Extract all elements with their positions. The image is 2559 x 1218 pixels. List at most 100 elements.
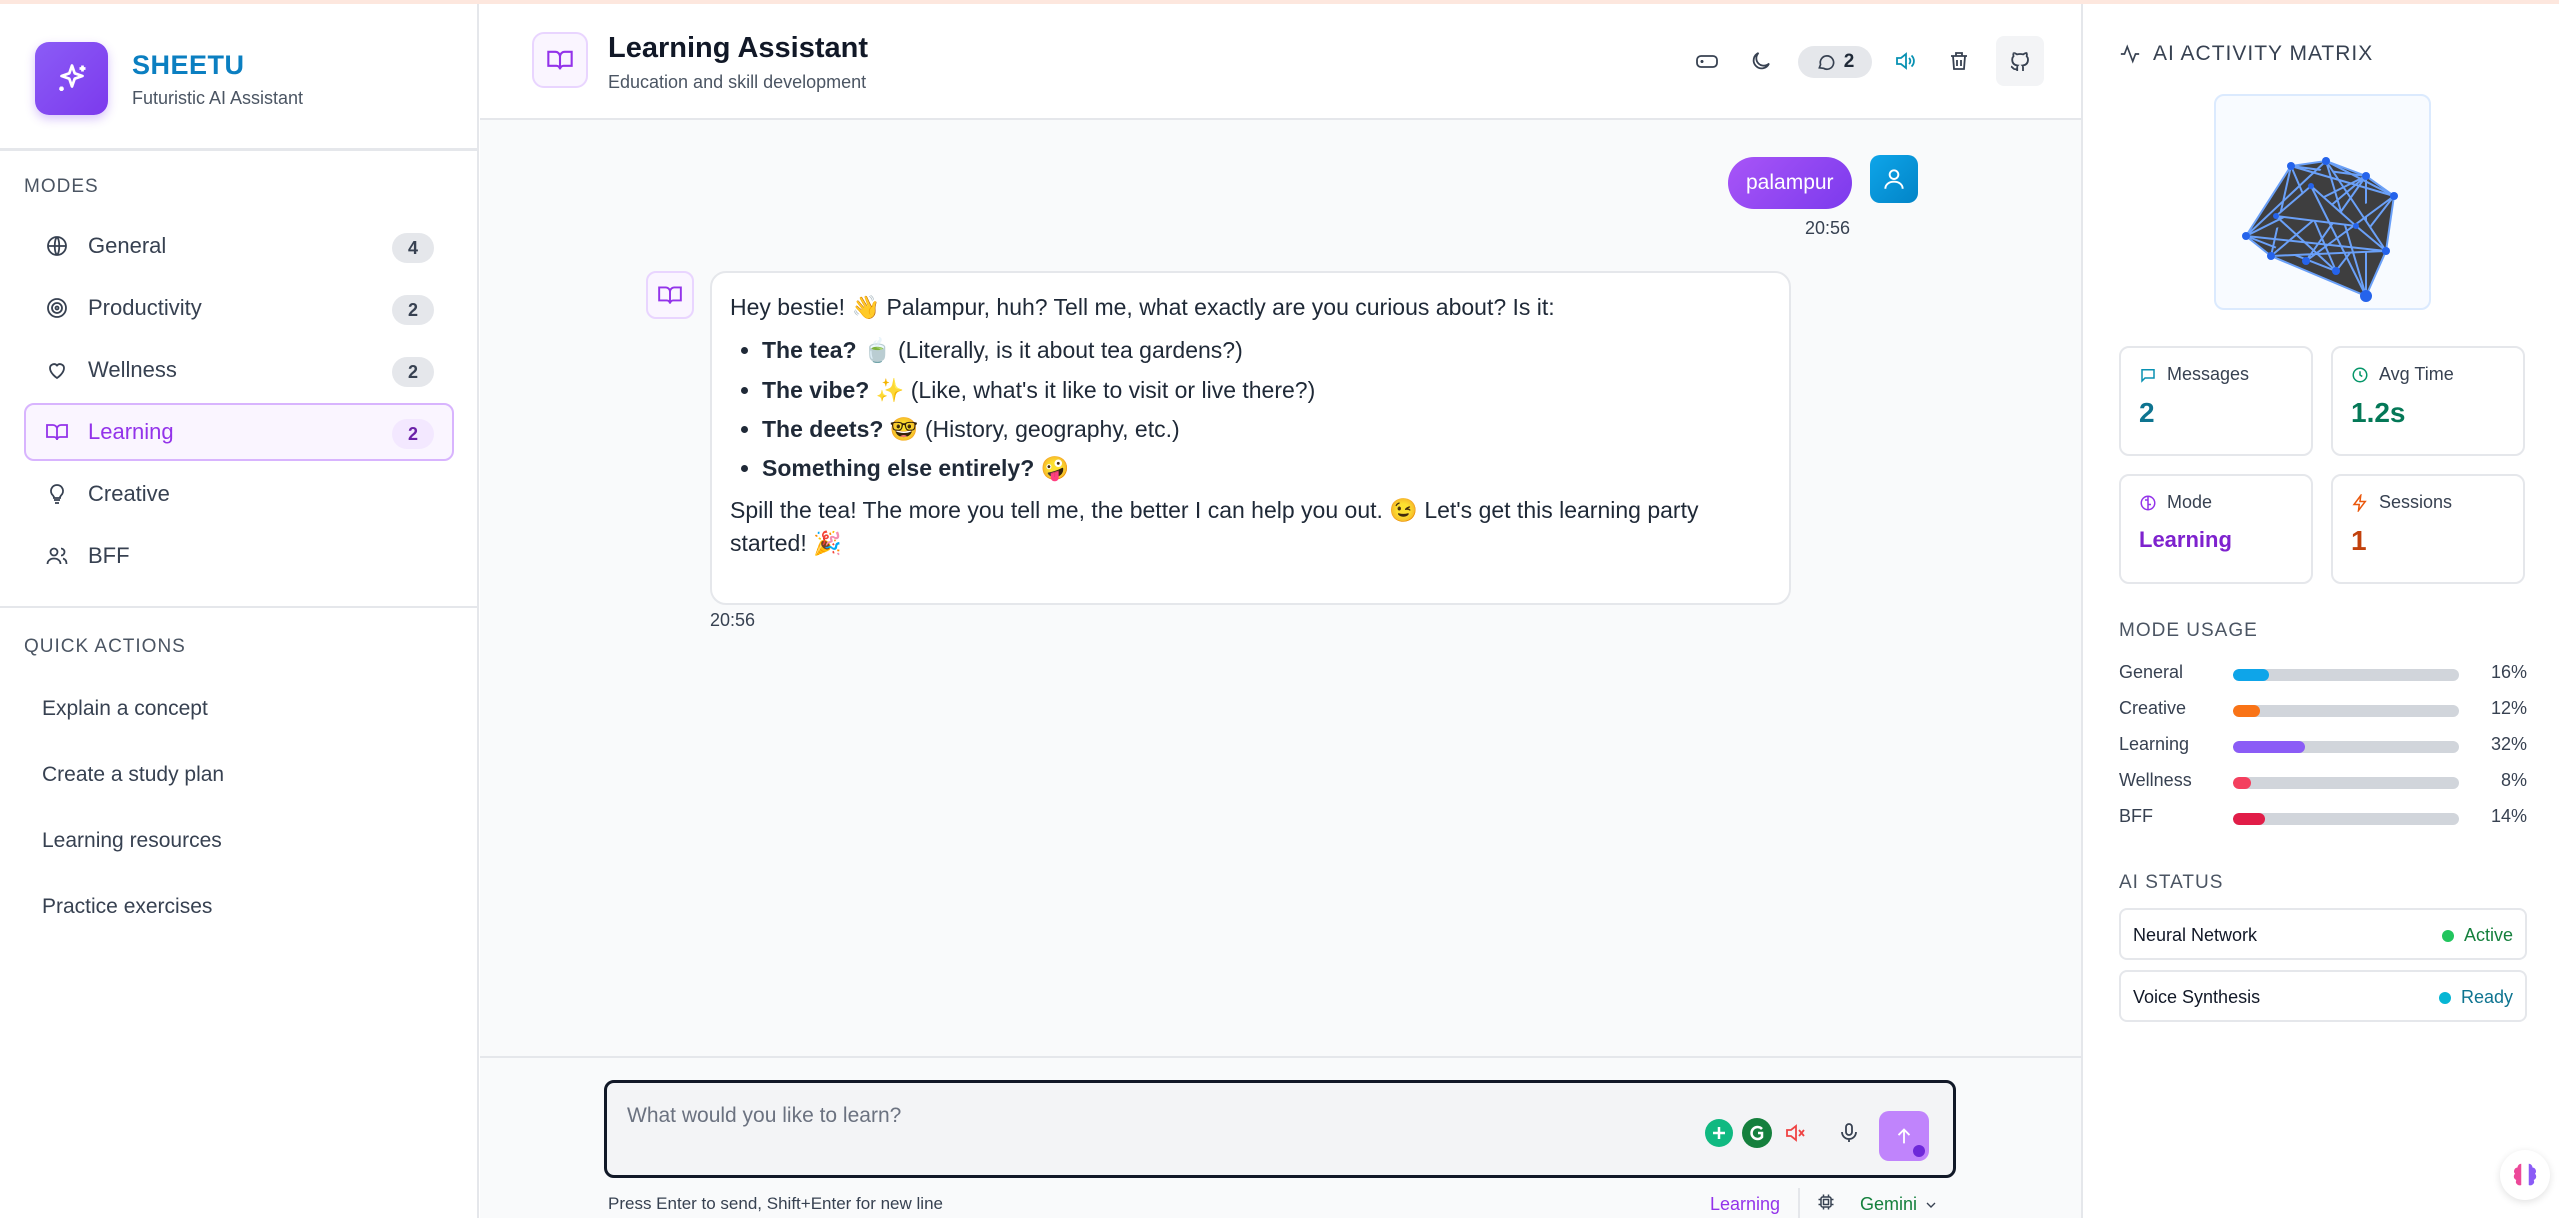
- usage-mode-name: BFF: [2119, 806, 2153, 826]
- cpu-icon: [1816, 1192, 1836, 1217]
- sidebar-divider: [0, 606, 479, 608]
- status-value: Active: [2463, 925, 2513, 945]
- mode-count-badge: 2: [392, 357, 434, 387]
- usage-bar-fill: [2233, 813, 2265, 825]
- option-detail: 🤓 (History, geography, etc.): [883, 416, 1180, 443]
- option-title: The vibe?: [762, 376, 870, 403]
- mute-button[interactable]: [1777, 1115, 1813, 1151]
- usage-mode-name: Wellness: [2119, 770, 2192, 790]
- network-graph: [2242, 157, 2398, 302]
- dark-mode-toggle[interactable]: [1744, 44, 1778, 78]
- github-button[interactable]: [1996, 36, 2044, 86]
- activity-panel: AI ACTIVITY MATRIX Messages 2 Avg Time 1…: [2081, 4, 2559, 1218]
- usage-bar-fill: [2233, 705, 2261, 717]
- mode-count-badge: 2: [392, 419, 434, 449]
- assistant-avatar: [646, 271, 694, 319]
- usage-mode-name: Learning: [2119, 734, 2190, 754]
- clock-icon: [2352, 367, 2368, 382]
- microphone-button[interactable]: [1831, 1115, 1867, 1151]
- message-count-badge[interactable]: 2: [1798, 46, 1872, 78]
- quick-action-resources[interactable]: Learning resources: [24, 808, 454, 874]
- mode-label: Productivity: [88, 295, 202, 320]
- usage-bar: [2233, 813, 2459, 825]
- lightbulb-icon: [44, 481, 70, 507]
- mode-item-creative[interactable]: Creative: [24, 465, 454, 523]
- mode-label: General: [88, 233, 167, 258]
- extension-button[interactable]: [1701, 1115, 1737, 1151]
- quick-action-exercises[interactable]: Practice exercises: [24, 874, 454, 940]
- trash-icon: [1951, 52, 1967, 70]
- composer-area: Press Enter to send, Shift+Enter for new…: [480, 1056, 2081, 1218]
- mode-item-general[interactable]: General 4: [24, 217, 454, 275]
- usage-bar-fill: [2233, 669, 2270, 681]
- status-dot: [2441, 929, 2454, 942]
- assistant-message: Hey bestie! 👋 Palampur, huh? Tell me, wh…: [710, 271, 1791, 605]
- model-name: Gemini: [1860, 1194, 1918, 1214]
- assistant-message-time: 20:56: [710, 610, 756, 630]
- brain-assistant-button[interactable]: [2500, 1150, 2550, 1200]
- model-selector[interactable]: Gemini: [1860, 1194, 1939, 1215]
- book-icon: [44, 419, 70, 445]
- usage-bar-fill: [2233, 777, 2252, 789]
- assistant-options-list: The tea? 🍵 (Literally, is it about tea g…: [730, 334, 1771, 485]
- chat-header: Learning Assistant Education and skill d…: [480, 4, 2081, 120]
- list-item: The vibe? ✨ (Like, what's it like to vis…: [762, 374, 1771, 407]
- voice-toggle-button[interactable]: [1888, 44, 1922, 78]
- stat-label-row: Messages: [2139, 364, 2293, 385]
- usage-row: BFF 14%: [2119, 804, 2527, 832]
- panel-title-text: AI ACTIVITY MATRIX: [2153, 42, 2374, 65]
- neural-network-visualization: [2214, 94, 2431, 310]
- mode-item-productivity[interactable]: Productivity 2: [24, 279, 454, 337]
- option-title: The tea?: [762, 337, 857, 364]
- usage-bar: [2233, 669, 2459, 681]
- usage-bar: [2233, 777, 2459, 789]
- quick-action-study-plan[interactable]: Create a study plan: [24, 742, 454, 808]
- composer-hint: Press Enter to send, Shift+Enter for new…: [608, 1194, 943, 1213]
- activity-icon: [2120, 44, 2140, 64]
- chat-bubble-icon: [2141, 368, 2155, 383]
- list-item: Something else entirely? 🤪: [762, 452, 1771, 485]
- status-dot: [2438, 991, 2451, 1004]
- usage-row: Creative 12%: [2119, 696, 2527, 724]
- github-icon: [2010, 52, 2029, 71]
- gamepad-button[interactable]: [1690, 44, 1724, 78]
- modes-section-title: MODES: [24, 176, 99, 197]
- ai-status-title: AI STATUS: [2119, 872, 2224, 893]
- usage-bar: [2233, 705, 2459, 717]
- mode-item-bff[interactable]: BFF: [24, 527, 454, 585]
- mode-item-wellness[interactable]: Wellness 2: [24, 341, 454, 399]
- current-mode-label: Learning: [1710, 1194, 1781, 1214]
- page-title: Learning Assistant: [608, 32, 868, 64]
- message-input[interactable]: [627, 1099, 1627, 1133]
- composer-box: [604, 1080, 1956, 1178]
- brand-subtitle: Futuristic AI Assistant: [132, 88, 304, 108]
- status-row-neural-network: Neural Network Active: [2119, 908, 2527, 960]
- status-name: Neural Network: [2133, 925, 2258, 945]
- brain-icon: [2140, 495, 2156, 510]
- option-detail: ✨ (Like, what's it like to visit or live…: [869, 376, 1316, 403]
- sparkles-icon: [35, 42, 108, 115]
- mode-label: BFF: [88, 543, 130, 568]
- user-avatar: [1870, 155, 1918, 203]
- lightbulb-plus-icon: [1705, 1119, 1733, 1147]
- page-subtitle: Education and skill development: [608, 72, 867, 92]
- send-button[interactable]: [1879, 1111, 1929, 1161]
- stat-value: 1: [2351, 525, 2367, 556]
- sidebar: SHEETU Futuristic AI Assistant MODES Gen…: [0, 4, 479, 1218]
- book-icon: [658, 286, 682, 304]
- mode-item-learning[interactable]: Learning 2: [24, 403, 454, 461]
- heart-icon: [44, 357, 70, 383]
- stat-label-row: Sessions: [2351, 492, 2505, 513]
- arrow-up-icon: [1897, 1128, 1911, 1144]
- quick-action-explain[interactable]: Explain a concept: [24, 676, 454, 742]
- globe-icon: [44, 233, 70, 259]
- moon-icon: [1752, 52, 1770, 70]
- clear-chat-button[interactable]: [1942, 44, 1976, 78]
- stat-value: Learning: [2139, 527, 2232, 552]
- mode-label: Wellness: [88, 357, 177, 382]
- usage-bar: [2233, 741, 2459, 753]
- list-item: The tea? 🍵 (Literally, is it about tea g…: [762, 334, 1771, 367]
- microphone-icon: [1841, 1123, 1857, 1142]
- grammarly-button[interactable]: [1739, 1115, 1775, 1151]
- brain-icon: [2513, 1163, 2537, 1186]
